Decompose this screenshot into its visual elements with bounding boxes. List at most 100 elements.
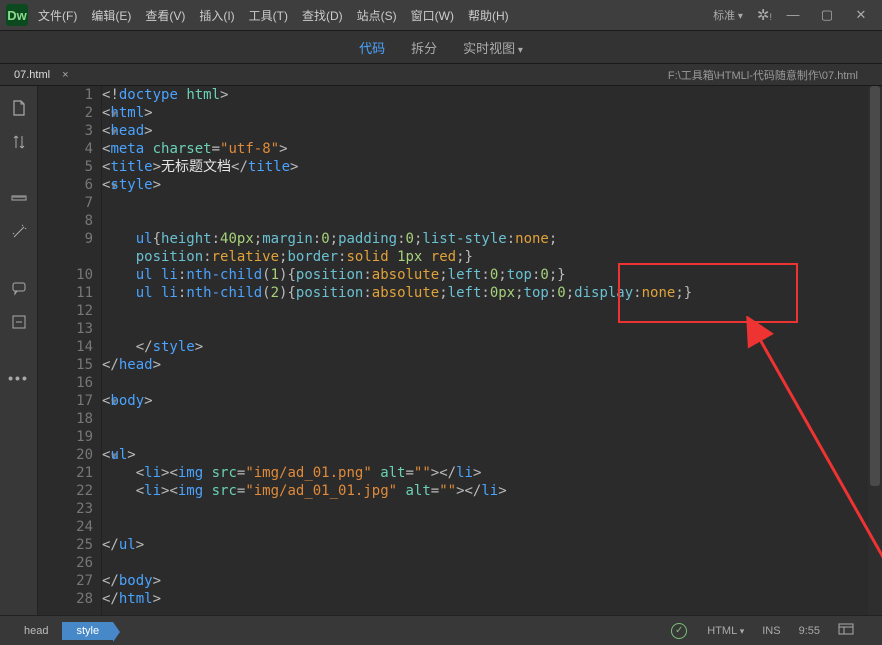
line-number[interactable]: 9 (38, 230, 101, 248)
menu-item[interactable]: 文件(F) (38, 7, 77, 24)
collapse-icon[interactable] (9, 312, 29, 332)
code-line[interactable]: <html> (102, 104, 868, 122)
gear-icon[interactable]: ✲! (757, 6, 772, 24)
tab-close-button[interactable]: × (62, 69, 68, 81)
document-path: F:\工具箱\HTMLl-代码随意制作\07.html (668, 67, 858, 83)
maximize-button[interactable]: ▢ (820, 7, 834, 23)
vertical-scrollbar[interactable] (868, 86, 882, 615)
code-line[interactable]: <li><img src="img/ad_01_01.jpg" alt=""><… (102, 482, 868, 500)
breadcrumb-item[interactable]: style (62, 622, 113, 640)
code-line[interactable]: <meta charset="utf-8"> (102, 140, 868, 158)
line-number[interactable]: 24 (38, 518, 101, 536)
line-number[interactable]: 1 (38, 86, 101, 104)
menu-item[interactable]: 查找(D) (302, 7, 343, 24)
status-customize-icon[interactable] (838, 622, 854, 639)
wand-icon[interactable] (9, 222, 29, 242)
line-number[interactable]: 27 (38, 572, 101, 590)
code-line[interactable]: ul li:nth-child(2){position:absolute;lef… (102, 284, 868, 302)
line-number[interactable]: 3▼ (38, 122, 101, 140)
code-editor[interactable]: 12▼3▼456▼789 1011121314151617▼181920▼2122… (38, 86, 882, 615)
code-line[interactable]: <li><img src="img/ad_01.png" alt=""></li… (102, 464, 868, 482)
menu-item[interactable]: 工具(T) (249, 7, 288, 24)
more-icon[interactable]: ••• (9, 368, 29, 388)
line-number[interactable]: 5 (38, 158, 101, 176)
menu-item[interactable]: 编辑(E) (91, 7, 131, 24)
breadcrumb-item[interactable]: head (10, 622, 62, 640)
line-number[interactable]: 19 (38, 428, 101, 446)
status-bar: headstyle ✓ HTML INS 9:55 (0, 615, 882, 645)
line-number[interactable]: 21 (38, 464, 101, 482)
code-line[interactable] (102, 374, 868, 392)
window-controls: — ▢ ✕ (786, 7, 876, 23)
ruler-icon[interactable] (9, 188, 29, 208)
code-line[interactable]: ul{height:40px;margin:0;padding:0;list-s… (102, 230, 868, 248)
line-number[interactable]: 11 (38, 284, 101, 302)
code-line[interactable] (102, 320, 868, 338)
code-line[interactable]: </ul> (102, 536, 868, 554)
code-line[interactable] (102, 194, 868, 212)
line-number[interactable]: 6▼ (38, 176, 101, 194)
code-line[interactable] (102, 410, 868, 428)
minimize-button[interactable]: — (786, 7, 800, 23)
line-number[interactable]: 20▼ (38, 446, 101, 464)
line-number[interactable]: 22 (38, 482, 101, 500)
code-line[interactable]: </style> (102, 338, 868, 356)
status-ins[interactable]: INS (762, 625, 780, 637)
code-line[interactable]: </html> (102, 590, 868, 608)
menubar: 文件(F) 编辑(E) 查看(V) 插入(I) 工具(T) 查找(D) 站点(S) 窗口(W)… (38, 7, 509, 24)
file-icon[interactable] (9, 98, 29, 118)
line-number[interactable]: 15 (38, 356, 101, 374)
line-number[interactable]: 16 (38, 374, 101, 392)
validation-ok-icon[interactable]: ✓ (671, 623, 687, 639)
line-number[interactable]: 17▼ (38, 392, 101, 410)
line-number[interactable]: 18 (38, 410, 101, 428)
code-line[interactable]: </body> (102, 572, 868, 590)
code-line[interactable]: <head> (102, 122, 868, 140)
line-number[interactable]: 13 (38, 320, 101, 338)
document-tabstrip: 07.html × F:\工具箱\HTMLl-代码随意制作\07.html (0, 64, 882, 86)
document-tab[interactable]: 07.html (10, 67, 54, 83)
code-line[interactable] (102, 302, 868, 320)
code-line[interactable] (102, 500, 868, 518)
code-line[interactable]: <style> (102, 176, 868, 194)
menu-item[interactable]: 查看(V) (145, 7, 185, 24)
line-number[interactable]: 10 (38, 266, 101, 284)
menu-item[interactable]: 窗口(W) (411, 7, 454, 24)
menu-item[interactable]: 插入(I) (199, 7, 234, 24)
scrollbar-thumb[interactable] (870, 86, 880, 486)
code-line[interactable]: <!doctype html> (102, 86, 868, 104)
code-line[interactable]: position:relative;border:solid 1px red;} (102, 248, 868, 266)
code-content[interactable]: <!doctype html><html><head><meta charset… (102, 86, 868, 615)
line-number[interactable] (38, 248, 101, 266)
line-number[interactable]: 28 (38, 590, 101, 608)
code-line[interactable] (102, 518, 868, 536)
line-number[interactable]: 4 (38, 140, 101, 158)
code-line[interactable]: <body> (102, 392, 868, 410)
workspace-dropdown[interactable]: 标准 (713, 7, 743, 23)
code-line[interactable] (102, 212, 868, 230)
line-number[interactable]: 25 (38, 536, 101, 554)
code-line[interactable]: <title>无标题文档</title> (102, 158, 868, 176)
code-line[interactable]: ul li:nth-child(1){position:absolute;lef… (102, 266, 868, 284)
status-lang-dropdown[interactable]: HTML (707, 625, 744, 637)
view-split-button[interactable]: 拆分 (411, 38, 437, 57)
code-line[interactable] (102, 428, 868, 446)
line-number[interactable]: 23 (38, 500, 101, 518)
updown-icon[interactable] (9, 132, 29, 152)
line-number[interactable]: 7 (38, 194, 101, 212)
code-line[interactable]: <ul> (102, 446, 868, 464)
view-live-button[interactable]: 实时视图 (463, 38, 523, 57)
code-line[interactable] (102, 554, 868, 572)
line-number[interactable]: 2▼ (38, 104, 101, 122)
close-button[interactable]: ✕ (854, 7, 868, 23)
menu-item[interactable]: 站点(S) (357, 7, 397, 24)
line-number[interactable]: 8 (38, 212, 101, 230)
line-number[interactable]: 12 (38, 302, 101, 320)
line-gutter[interactable]: 12▼3▼456▼789 1011121314151617▼181920▼2122… (38, 86, 102, 615)
view-code-button[interactable]: 代码 (359, 38, 385, 57)
comment-icon[interactable] (9, 278, 29, 298)
menu-item[interactable]: 帮助(H) (468, 7, 509, 24)
line-number[interactable]: 26 (38, 554, 101, 572)
line-number[interactable]: 14 (38, 338, 101, 356)
code-line[interactable]: </head> (102, 356, 868, 374)
